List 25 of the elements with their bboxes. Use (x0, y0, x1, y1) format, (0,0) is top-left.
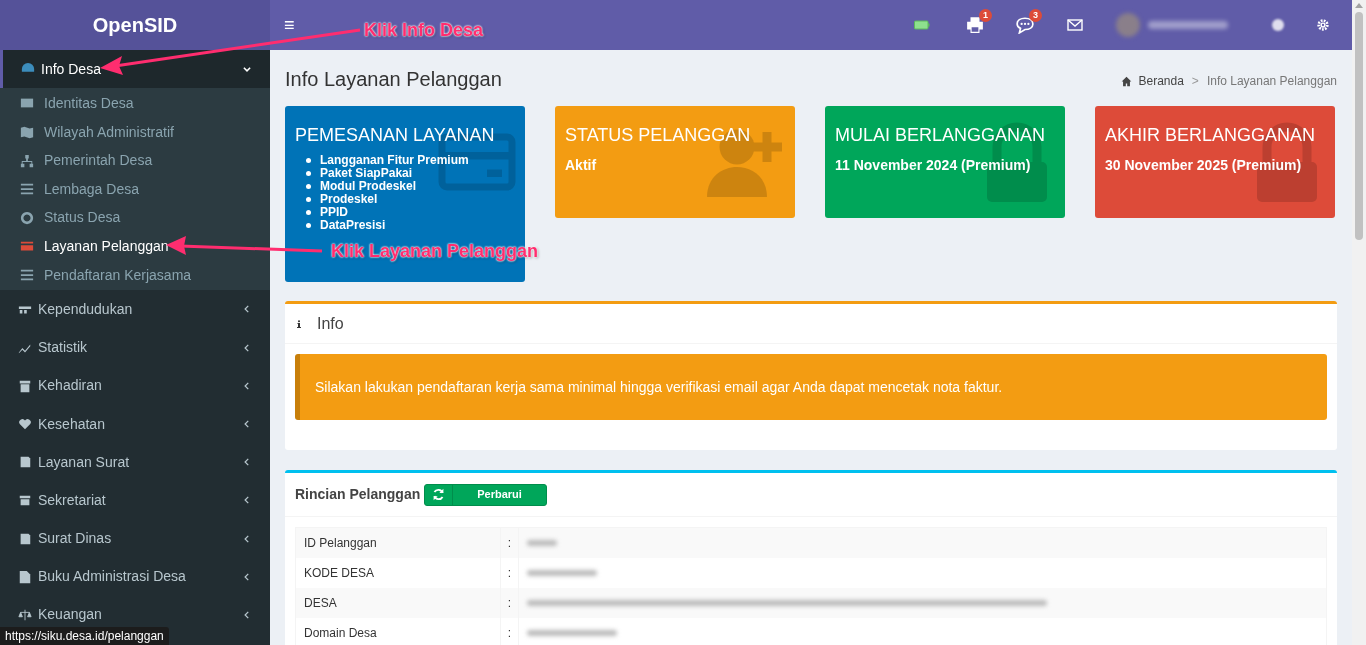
field-label: Domain Desa (296, 618, 501, 645)
warning-alert: Silakan lakukan pendaftaran kerja sama minimal hingga verifikasi email agar Anda dapat mencetak nota faktur. (295, 354, 1327, 420)
card-title: STATUS PELANGGAN (565, 124, 752, 146)
card-list-item: Prodeskel (320, 193, 378, 206)
card-list-item: Langganan Fitur Premium (320, 154, 469, 167)
card-value: Aktif (565, 156, 598, 175)
breadcrumb-current: Info Layanan Pelanggan (1206, 73, 1337, 90)
card-value: 30 November 2025 (Premium) (1105, 156, 1303, 175)
card-list-item: DataPresisi (320, 219, 386, 232)
panel-title: Rincian Pelanggan (295, 485, 421, 504)
notification-badge: 3 (1029, 9, 1042, 22)
panel-title: Info (317, 313, 344, 334)
card-title: PEMESANAN LAYANAN (295, 124, 496, 146)
card-list-item: Modul Prodeskel (320, 180, 417, 193)
card-title: MULAI BERLANGGANAN (835, 124, 1047, 146)
notification-badge: 1 (979, 9, 992, 22)
callout-label: Klik Info Desa (364, 19, 484, 42)
card-value: 11 November 2024 (Premium) (835, 156, 1032, 175)
field-separator: : (501, 618, 519, 645)
card-title: AKHIR BERLANGGANAN (1105, 124, 1317, 146)
breadcrumb-separator: > (1191, 73, 1199, 90)
card-list-item: PPID (320, 206, 348, 219)
url-tooltip: https://siku.desa.id/pelanggan (0, 627, 169, 645)
card-list-item: Paket SiapPakai (320, 167, 413, 180)
page-title: Info Layanan Pelanggan (285, 67, 502, 92)
